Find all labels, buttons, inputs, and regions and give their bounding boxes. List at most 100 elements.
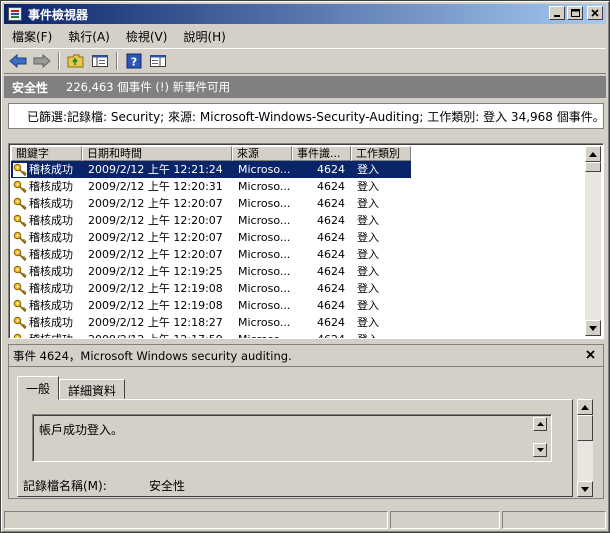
date-cell: 2009/2/12 上午 12:20:07 (88, 214, 223, 227)
source-cell: Microso... (238, 265, 291, 278)
status-pane-main (4, 511, 388, 529)
detail-close-button[interactable] (586, 348, 595, 363)
event-row[interactable]: 稽核成功 2009/2/12 上午 12:20:07 Microso... 4624 登… (11, 246, 411, 263)
category-cell: 登入 (357, 248, 379, 261)
event-row[interactable]: 稽核成功 2009/2/12 上午 12:19:25 Microso... 4624 登… (11, 263, 411, 280)
event-description-box[interactable]: 帳戶成功登入。 (32, 414, 552, 462)
event-id-cell: 4624 (317, 282, 345, 295)
event-row[interactable]: 稽核成功 2009/2/12 上午 12:20:07 Microso... 4624 登… (11, 195, 411, 212)
category-cell: 登入 (357, 163, 379, 176)
arrow-up-icon (581, 404, 589, 410)
event-row-cells: 稽核成功 2009/2/12 上午 12:20:07 Microso... 4624 登… (11, 212, 411, 229)
tab-general[interactable]: 一般 (17, 376, 60, 400)
desc-scroll-down-button[interactable] (533, 443, 547, 457)
detail-scroll-down-button[interactable] (577, 481, 593, 497)
up-folder-button[interactable] (66, 51, 86, 71)
menu-help[interactable]: 說明(H) (175, 28, 233, 45)
column-date-time[interactable]: 日期和時間 (82, 146, 232, 161)
event-row[interactable]: 稽核成功 2009/2/12 上午 12:20:31 Microso... 4624 登… (11, 178, 411, 195)
toolbar-separator (58, 52, 60, 70)
keyword-text: 稽核成功 (29, 197, 73, 210)
maximize-button[interactable] (567, 6, 583, 20)
show-hide-tree-button[interactable] (90, 51, 110, 71)
column-event-id[interactable]: 事件識... (292, 146, 351, 161)
scroll-down-button[interactable] (585, 320, 601, 336)
minimize-button[interactable] (549, 6, 565, 20)
event-row[interactable]: 稽核成功 2009/2/12 上午 12:20:07 Microso... 4624 登… (11, 229, 411, 246)
title-bar[interactable]: 事件檢視器 (4, 4, 606, 24)
column-source[interactable]: 來源 (232, 146, 292, 161)
date-cell: 2009/2/12 上午 12:17:59 (82, 331, 232, 338)
key-icon (13, 213, 27, 228)
event-row-cells: 稽核成功 2009/2/12 上午 12:18:27 Microso... 4624 登… (11, 314, 411, 331)
help-icon: ? (126, 53, 142, 69)
event-row[interactable]: 稽核成功 2009/2/12 上午 12:17:59Microso...4624登… (11, 331, 411, 338)
event-row[interactable]: 稽核成功 2009/2/12 上午 12:20:07 Microso... 4624 登… (11, 212, 411, 229)
close-icon (591, 9, 599, 17)
source-cell: Microso... (238, 282, 291, 295)
keyword-cell: 稽核成功 (11, 331, 82, 338)
event-list[interactable]: 關鍵字 日期和時間 來源 事件識... 工作類別 稽核成功 2009/2/12 上… (8, 143, 604, 339)
detail-scroll-up-button[interactable] (577, 399, 593, 415)
event-detail-pane: 事件 4624，Microsoft Windows security audit… (8, 344, 604, 499)
toolbar: ? (4, 48, 606, 74)
list-header: 關鍵字 日期和時間 來源 事件識... 工作類別 (11, 146, 411, 161)
event-rows: 稽核成功 2009/2/12 上午 12:21:24 Microso... 4624 登… (11, 161, 411, 338)
keyword-text: 稽核成功 (29, 248, 73, 261)
category-cell: 登入 (357, 214, 379, 227)
keyword-cell: 稽核成功 (11, 178, 82, 195)
keyword-cell: 稽核成功 (11, 229, 82, 246)
event-row[interactable]: 稽核成功 2009/2/12 上午 12:21:24 Microso... 4624 登… (11, 161, 411, 178)
event-row[interactable]: 稽核成功 2009/2/12 上午 12:18:27 Microso... 4624 登… (11, 314, 411, 331)
keyword-cell: 稽核成功 (11, 161, 82, 178)
scroll-thumb[interactable] (585, 162, 601, 172)
event-row-cells: 稽核成功 2009/2/12 上午 12:20:07 Microso... 4624 登… (11, 246, 411, 263)
back-button[interactable] (8, 51, 28, 71)
menu-file[interactable]: 檔案(F) (4, 28, 60, 45)
key-icon (13, 179, 27, 194)
scroll-up-button[interactable] (585, 146, 601, 162)
event-list-scrollbar[interactable] (585, 146, 601, 336)
action-pane-button[interactable] (148, 51, 168, 71)
key-icon (13, 315, 27, 330)
tab-details[interactable]: 詳細資料 (59, 379, 126, 399)
keyword-text: 稽核成功 (29, 180, 73, 193)
log-name-label: 記錄檔名稱(M): (23, 479, 107, 493)
keyword-cell: 稽核成功 (11, 314, 82, 331)
event-row[interactable]: 稽核成功 2009/2/12 上午 12:19:08 Microso... 4624 登… (11, 297, 411, 314)
keyword-text: 稽核成功 (29, 163, 73, 176)
source-cell: Microso... (232, 331, 292, 338)
menu-view[interactable]: 檢視(V) (118, 28, 176, 45)
event-row[interactable]: 稽核成功 2009/2/12 上午 12:19:08 Microso... 4624 登… (11, 280, 411, 297)
category-cell: 登入 (357, 231, 379, 244)
event-id-cell: 4624 (317, 214, 345, 227)
event-id-cell: 4624 (317, 231, 345, 244)
help-button[interactable]: ? (124, 51, 144, 71)
keyword-cell: 稽核成功 (11, 263, 82, 280)
source-cell: Microso... (238, 299, 291, 312)
keyword-text: 稽核成功 (29, 214, 73, 227)
event-id-cell: 4624 (292, 331, 351, 338)
event-row-cells: 稽核成功 2009/2/12 上午 12:19:08 Microso... 4624 登… (11, 297, 411, 314)
menu-action[interactable]: 執行(A) (60, 28, 118, 45)
event-viewer-app-icon (8, 7, 22, 21)
close-button[interactable] (587, 6, 603, 20)
key-icon (13, 247, 27, 262)
close-icon (586, 350, 595, 359)
svg-text:?: ? (131, 56, 137, 69)
event-row-cells: 稽核成功 2009/2/12 上午 12:19:25 Microso... 4624 登… (11, 263, 411, 280)
event-description: 帳戶成功登入。 (39, 423, 124, 437)
event-viewer-window: 事件檢視器 檔案(F) 執行(A) 檢視(V) 說明(H) ? 安全性 226,… (0, 0, 610, 533)
desc-scroll-up-button[interactable] (533, 417, 547, 431)
key-icon (13, 298, 27, 313)
detail-scroll-thumb[interactable] (577, 415, 593, 441)
category-cell: 登入 (357, 180, 379, 193)
forward-button[interactable] (32, 51, 52, 71)
category-cell: 登入 (357, 265, 379, 278)
column-task-category[interactable]: 工作類別 (351, 146, 411, 161)
column-keyword[interactable]: 關鍵字 (11, 146, 82, 161)
key-icon (13, 230, 27, 245)
status-pane-3 (502, 511, 606, 529)
detail-scrollbar[interactable] (577, 399, 593, 497)
key-icon (13, 332, 27, 338)
